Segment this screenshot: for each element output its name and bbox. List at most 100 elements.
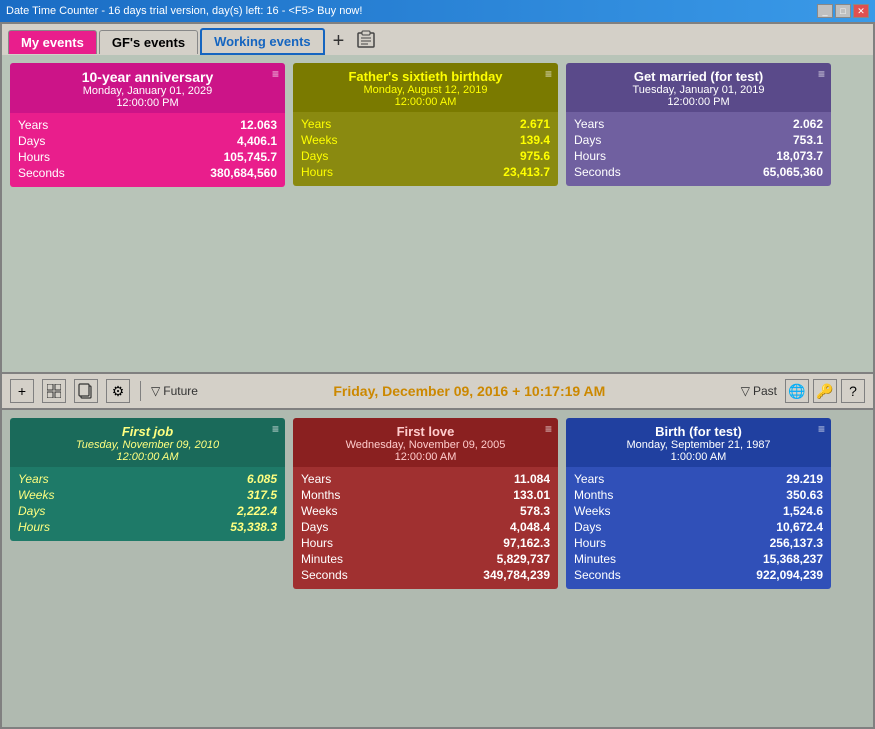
birth-date: Monday, September 21, 1987: [574, 439, 823, 451]
anniversary-title: 10-year anniversary: [18, 69, 277, 85]
fathers-birthday-title: Father's sixtieth birthday: [301, 69, 550, 84]
fathers-birthday-header: ≡ Father's sixtieth birthday Monday, Aug…: [293, 63, 558, 112]
stat-row: Seconds 380,684,560: [18, 165, 277, 181]
stat-row: Minutes 5,829,737: [301, 551, 550, 567]
stat-row: Seconds 922,094,239: [574, 567, 823, 583]
title-bar: Date Time Counter - 16 days trial versio…: [0, 0, 875, 22]
first-love-time: 12:00:00 AM: [301, 451, 550, 463]
stat-row: Hours 23,413.7: [301, 164, 550, 180]
first-job-time: 12:00:00 AM: [18, 451, 277, 463]
first-job-date: Tuesday, November 09, 2010: [18, 439, 277, 451]
grid-view-button[interactable]: [42, 379, 66, 403]
stat-row: Years 11.084: [301, 471, 550, 487]
stat-row: Months 133.01: [301, 487, 550, 503]
event-card-fathers-birthday: ≡ Father's sixtieth birthday Monday, Aug…: [293, 63, 558, 186]
first-love-menu[interactable]: ≡: [545, 422, 552, 436]
anniversary-time: 12:00:00 PM: [18, 97, 277, 109]
tab-my-events[interactable]: My events: [8, 30, 97, 54]
main-window: My events GF's events Working events + ≡…: [0, 22, 875, 729]
event-card-birth: ≡ Birth (for test) Monday, September 21,…: [566, 418, 831, 589]
get-married-date: Tuesday, January 01, 2019: [574, 84, 823, 96]
birth-time: 1:00:00 AM: [574, 451, 823, 463]
stat-row: Months 350.63: [574, 487, 823, 503]
stat-row: Hours 53,338.3: [18, 519, 277, 535]
bottom-toolbar: + ⚙ ▽ Future Friday, December 09, 2016 +…: [2, 372, 873, 410]
tab-icon-button[interactable]: [352, 30, 380, 53]
fathers-birthday-date: Monday, August 12, 2019: [301, 84, 550, 96]
get-married-header: ≡ Get married (for test) Tuesday, Januar…: [566, 63, 831, 112]
stat-row: Seconds 65,065,360: [574, 164, 823, 180]
tab-gf-events[interactable]: GF's events: [99, 30, 198, 54]
first-job-title: First job: [18, 424, 277, 439]
current-datetime: Friday, December 09, 2016 + 10:17:19 AM: [206, 383, 733, 399]
birth-header: ≡ Birth (for test) Monday, September 21,…: [566, 418, 831, 467]
tab-working-events[interactable]: Working events: [200, 28, 325, 55]
toolbar-right: 🌐 🔑 ?: [785, 379, 865, 403]
first-love-stats: Years 11.084 Months 133.01 Weeks 578.3 D…: [293, 467, 558, 589]
stat-row: Hours 256,137.3: [574, 535, 823, 551]
stat-row: Years 29.219: [574, 471, 823, 487]
add-tab-button[interactable]: +: [327, 30, 351, 53]
stat-row: Days 2,222.4: [18, 503, 277, 519]
anniversary-menu[interactable]: ≡: [272, 67, 279, 81]
globe-button[interactable]: 🌐: [785, 379, 809, 403]
stat-row: Hours 105,745.7: [18, 149, 277, 165]
first-love-title: First love: [301, 424, 550, 439]
stat-row: Days 753.1: [574, 132, 823, 148]
copy-button[interactable]: [74, 379, 98, 403]
stat-row: Years 6.085: [18, 471, 277, 487]
birth-stats: Years 29.219 Months 350.63 Weeks 1,524.6…: [566, 467, 831, 589]
get-married-menu[interactable]: ≡: [818, 67, 825, 81]
stat-row: Weeks 317.5: [18, 487, 277, 503]
fathers-birthday-menu[interactable]: ≡: [545, 67, 552, 81]
stat-row: Days 975.6: [301, 148, 550, 164]
stat-row: Years 12.063: [18, 117, 277, 133]
fathers-birthday-time: 12:00:00 AM: [301, 96, 550, 108]
key-button[interactable]: 🔑: [813, 379, 837, 403]
event-card-get-married: ≡ Get married (for test) Tuesday, Januar…: [566, 63, 831, 186]
tab-bar: My events GF's events Working events +: [2, 24, 873, 55]
first-love-header: ≡ First love Wednesday, November 09, 200…: [293, 418, 558, 467]
stat-row: Days 10,672.4: [574, 519, 823, 535]
anniversary-header: ≡ 10-year anniversary Monday, January 01…: [10, 63, 285, 113]
anniversary-date: Monday, January 01, 2029: [18, 85, 277, 97]
future-label: ▽ Future: [151, 384, 198, 398]
event-card-first-job: ≡ First job Tuesday, November 09, 2010 1…: [10, 418, 285, 541]
stat-row: Minutes 15,368,237: [574, 551, 823, 567]
anniversary-stats: Years 12.063 Days 4,406.1 Hours 105,745.…: [10, 113, 285, 187]
grid-icon: [47, 384, 61, 398]
birth-menu[interactable]: ≡: [818, 422, 825, 436]
close-button[interactable]: ✕: [853, 4, 869, 18]
get-married-title: Get married (for test): [574, 69, 823, 84]
stat-row: Weeks 1,524.6: [574, 503, 823, 519]
lower-events-section: ≡ First job Tuesday, November 09, 2010 1…: [2, 410, 873, 727]
get-married-time: 12:00:00 PM: [574, 96, 823, 108]
clipboard-icon: [356, 30, 376, 48]
event-card-first-love: ≡ First love Wednesday, November 09, 200…: [293, 418, 558, 589]
stat-row: Days 4,406.1: [18, 133, 277, 149]
stat-row: Years 2.062: [574, 116, 823, 132]
title-bar-text: Date Time Counter - 16 days trial versio…: [6, 5, 362, 17]
help-button[interactable]: ?: [841, 379, 865, 403]
stat-row: Seconds 349,784,239: [301, 567, 550, 583]
get-married-stats: Years 2.062 Days 753.1 Hours 18,073.7 Se…: [566, 112, 831, 186]
minimize-button[interactable]: _: [817, 4, 833, 18]
first-job-stats: Years 6.085 Weeks 317.5 Days 2,222.4 Hou…: [10, 467, 285, 541]
add-event-button[interactable]: +: [10, 379, 34, 403]
toolbar-separator: [140, 381, 141, 401]
stat-row: Hours 97,162.3: [301, 535, 550, 551]
first-love-date: Wednesday, November 09, 2005: [301, 439, 550, 451]
upper-events-section: ≡ 10-year anniversary Monday, January 01…: [2, 55, 873, 372]
birth-title: Birth (for test): [574, 424, 823, 439]
event-card-anniversary: ≡ 10-year anniversary Monday, January 01…: [10, 63, 285, 187]
first-job-menu[interactable]: ≡: [272, 422, 279, 436]
stat-row: Years 2.671: [301, 116, 550, 132]
settings-button[interactable]: ⚙: [106, 379, 130, 403]
copy-icon: [78, 383, 94, 399]
stat-row: Hours 18,073.7: [574, 148, 823, 164]
maximize-button[interactable]: □: [835, 4, 851, 18]
fathers-birthday-stats: Years 2.671 Weeks 139.4 Days 975.6 Hours…: [293, 112, 558, 186]
stat-row: Weeks 139.4: [301, 132, 550, 148]
past-label: ▽ Past: [741, 384, 777, 398]
stat-row: Weeks 578.3: [301, 503, 550, 519]
